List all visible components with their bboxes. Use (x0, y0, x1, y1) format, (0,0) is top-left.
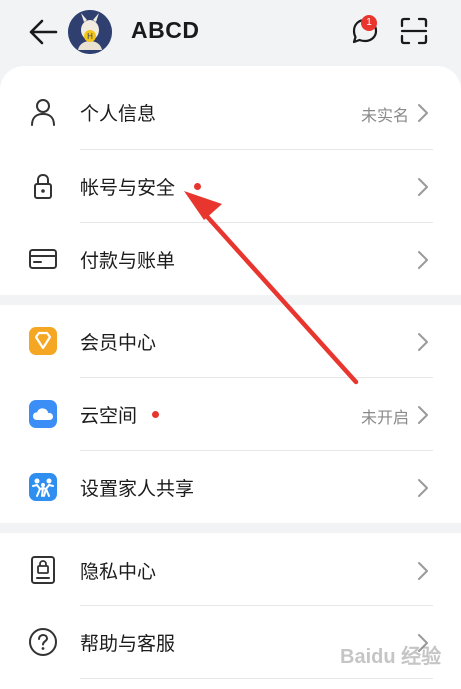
avatar-image: H (68, 10, 112, 54)
user-name[interactable]: ABCD (131, 17, 199, 44)
row-label: 设置家人共享 (80, 478, 195, 500)
svg-text:H: H (87, 32, 93, 41)
privacy-icon (31, 556, 55, 584)
card-icon (29, 249, 57, 269)
chevron-right-icon (418, 562, 428, 580)
lock-icon (34, 173, 52, 199)
row-label: 个人信息 (80, 103, 157, 125)
top-bar: H ABCD 1 (0, 0, 461, 66)
row-label: 帐号与安全 (80, 177, 176, 199)
back-arrow-icon[interactable] (28, 18, 58, 46)
person-icon (31, 99, 55, 126)
help-icon (29, 628, 57, 656)
services-section: 会员中心 云空间 未开启 设置家人共享 (0, 305, 461, 523)
personal-info-row[interactable]: 个人信息 未实名 (0, 76, 461, 149)
chevron-right-icon (418, 479, 428, 497)
chevron-right-icon (418, 406, 428, 424)
row-label: 帮助与客服 (80, 633, 176, 655)
chevron-right-icon (418, 333, 428, 351)
chevron-right-icon (418, 251, 428, 269)
account-security-row[interactable]: 帐号与安全 (0, 150, 461, 223)
cloud-icon (29, 400, 57, 428)
notification-dot (194, 183, 201, 190)
cloud-space-row[interactable]: 云空间 未开启 (0, 378, 461, 451)
scan-icon[interactable] (400, 17, 428, 45)
row-label: 云空间 (80, 405, 138, 427)
account-section: 个人信息 未实名 帐号与安全 付款与账单 (0, 66, 461, 295)
family-share-icon (29, 473, 57, 501)
row-label: 隐私中心 (80, 561, 157, 583)
payment-billing-row[interactable]: 付款与账单 (0, 223, 461, 296)
notification-dot (152, 411, 159, 418)
row-value: 未开启 (360, 408, 409, 427)
privacy-center-row[interactable]: 隐私中心 (0, 534, 461, 607)
row-label: 会员中心 (80, 332, 157, 354)
watermark: Baidu 经验 (340, 646, 442, 668)
vip-center-row[interactable]: 会员中心 (0, 305, 461, 378)
chevron-right-icon (418, 104, 428, 122)
avatar[interactable]: H (68, 10, 112, 54)
row-label: 付款与账单 (80, 250, 176, 272)
message-badge: 1 (361, 15, 377, 31)
chevron-right-icon (418, 178, 428, 196)
vip-diamond-icon (29, 327, 57, 355)
family-share-row[interactable]: 设置家人共享 (0, 451, 461, 524)
row-value: 未实名 (360, 106, 409, 125)
